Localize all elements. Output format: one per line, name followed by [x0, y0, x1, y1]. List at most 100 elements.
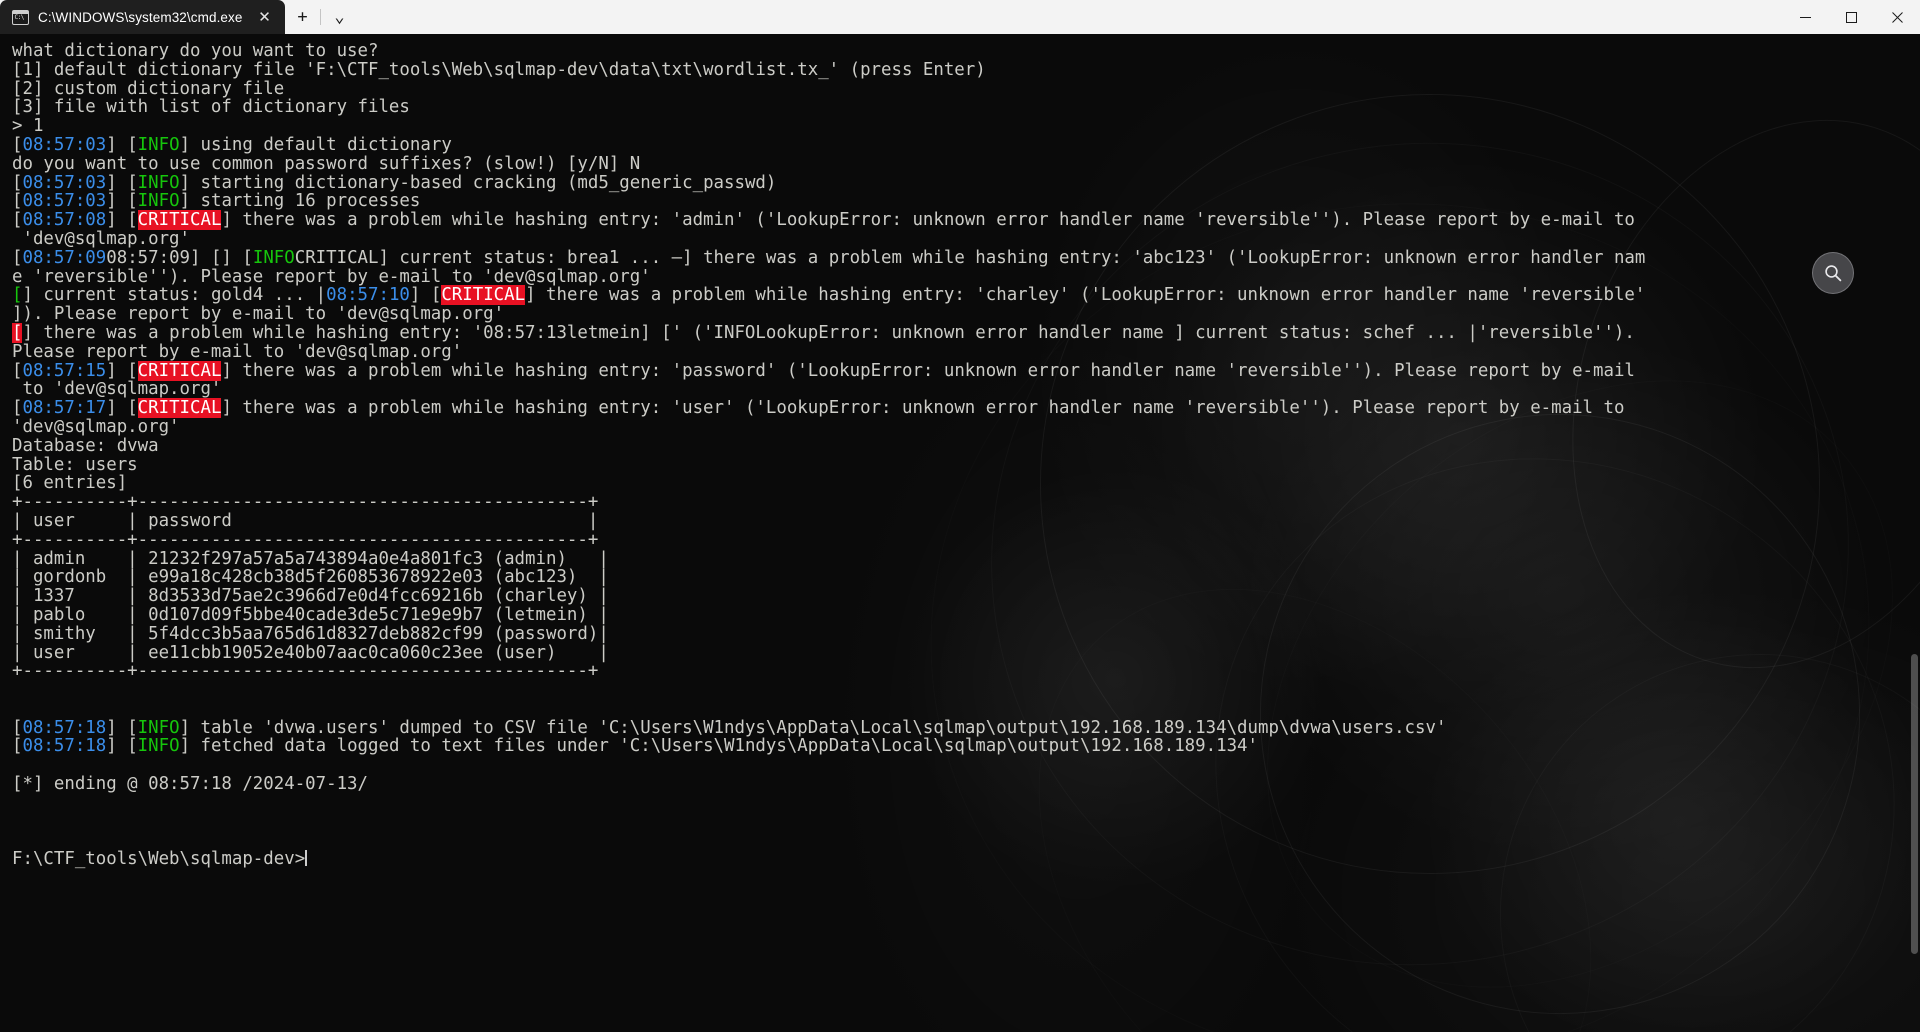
terminal-line: [1] default dictionary file 'F:\CTF_tool… [12, 59, 1920, 80]
terminal-line: Please report by e-mail to 'dev@sqlmap.o… [12, 342, 1920, 362]
terminal-text: [6 entries] [12, 473, 128, 494]
info-badge: INFO [137, 134, 180, 155]
timestamp: 08:57:09 [22, 247, 107, 268]
terminal-text: what dictionary do you want to use? [12, 41, 379, 61]
maximize-button[interactable] [1828, 0, 1874, 34]
timestamp: 08:57:08 [22, 210, 107, 231]
terminal-scrollbar[interactable] [1908, 34, 1920, 1032]
terminal-text: [ [12, 134, 23, 155]
window-drag-region[interactable] [356, 0, 1782, 34]
terminal-line: [08:57:18] [INFO] fetched data logged to… [12, 737, 1920, 756]
close-tab-icon[interactable]: ✕ [251, 5, 277, 29]
terminal-text: [ [12, 398, 23, 419]
window-controls [1782, 0, 1920, 34]
terminal-text: ] table 'dvwa.users' dumped to CSV file … [179, 717, 1447, 738]
terminal-text: | user | password | [12, 510, 599, 531]
terminal-line: | smithy | 5f4dcc3b5aa765d61d8327deb882c… [12, 623, 1920, 644]
terminal-line: what dictionary do you want to use? [12, 42, 1920, 61]
terminal-line: [*] ending @ 08:57:18 /2024-07-13/ [12, 775, 1920, 794]
terminal-text: 08:57:09] [] [ [106, 247, 253, 268]
terminal-text: [ [12, 736, 23, 757]
terminal-text: [ [12, 210, 23, 231]
terminal-text: ] starting 16 processes [179, 191, 421, 212]
terminal-text: F:\CTF_tools\Web\sqlmap-dev> [12, 849, 306, 870]
terminal-text: [ [12, 717, 23, 738]
terminal-text: ] there was a problem while hashing entr… [22, 322, 1635, 343]
terminal-text: | pablo | 0d107d09f5bbe40cade3de5c71e9e9… [12, 604, 609, 625]
terminal-text: 'dev@sqlmap.org' [12, 228, 190, 249]
terminal-line: do you want to use common password suffi… [12, 154, 1920, 174]
terminal-text: ] current status: gold4 ... | [22, 285, 327, 306]
timestamp: 08:57:17 [22, 398, 107, 419]
magnifier-icon[interactable] [1812, 252, 1854, 294]
terminal-text: ] there was a problem while hashing entr… [221, 360, 1635, 381]
terminal-line: | gordonb | e99a18c428cb38d5f26085367892… [12, 568, 1920, 587]
terminal-text: 'dev@sqlmap.org' [12, 416, 180, 437]
terminal-line: +----------+----------------------------… [12, 530, 1920, 550]
critical-badge: CRITICAL [441, 285, 526, 306]
terminal-text: [ [12, 191, 23, 212]
terminal-text: | gordonb | e99a18c428cb38d5f26085367892… [12, 567, 609, 588]
critical-badge: CRITICAL [137, 360, 222, 381]
terminal-text: ] [ [106, 210, 138, 231]
terminal-line: 'dev@sqlmap.org' [12, 418, 1920, 437]
terminal-line: [08:57:03] [INFO] using default dictiona… [12, 136, 1920, 155]
terminal-line: [08:57:18] [INFO] table 'dvwa.users' dum… [12, 717, 1920, 738]
minimize-button[interactable] [1782, 0, 1828, 34]
info-badge: INFO [252, 247, 295, 268]
terminal-text: [ [12, 360, 23, 381]
title-bar: C:\WINDOWS\system32\cmd.exe ✕ + ⌄ [0, 0, 1920, 34]
terminal-text: to 'dev@sqlmap.org' [12, 379, 222, 400]
timestamp: 08:57:15 [22, 360, 107, 381]
terminal-text: ] [ [106, 717, 138, 738]
terminal-text: ] [ [409, 285, 442, 306]
terminal-line: [08:57:03] [INFO] starting 16 processes [12, 192, 1920, 211]
terminal-text: +----------+----------------------------… [12, 661, 599, 682]
tab-cmd[interactable]: C:\WINDOWS\system32\cmd.exe ✕ [0, 0, 286, 34]
terminal-text: ] fetched data logged to text files unde… [179, 736, 1258, 757]
terminal-text: [2] custom dictionary file [12, 78, 285, 99]
terminal-text: ] [ [106, 191, 138, 212]
timestamp: 08:57:03 [22, 191, 107, 212]
terminal-line: [08:57:0908:57:09] [] [INFOCRITICAL] cur… [12, 247, 1920, 268]
terminal-text: | 1337 | 8d3533d75ae2c3966d7e0d4fcc69216… [12, 586, 609, 607]
terminal-line: +----------+----------------------------… [12, 662, 1920, 681]
console-icon [12, 9, 29, 25]
info-badge: INFO [137, 736, 180, 757]
terminal-line: e 'reversible''). Please report by e-mai… [12, 267, 1920, 287]
terminal-line: [2] custom dictionary file [12, 78, 1920, 99]
terminal-text: ] [ [106, 398, 138, 419]
terminal-text: | smithy | 5f4dcc3b5aa765d61d8327deb882c… [12, 623, 609, 644]
terminal-line: ]). Please report by e-mail to 'dev@sqlm… [12, 305, 1920, 324]
terminal-text: ] starting dictionary-based cracking (md… [179, 172, 777, 193]
terminal-line: [] there was a problem while hashing ent… [12, 322, 1920, 343]
terminal-text: Database: dvwa [12, 435, 159, 456]
critical-badge: CRITICAL [137, 210, 222, 231]
info-badge: INFO [137, 191, 180, 212]
chevron-down-icon[interactable]: ⌄ [322, 0, 356, 34]
terminal-text: +----------+----------------------------… [12, 492, 599, 513]
scrollbar-thumb[interactable] [1911, 654, 1918, 954]
tab-strip-divider [320, 9, 322, 25]
terminal-line: Database: dvwa [12, 435, 1920, 456]
info-badge: [ [12, 285, 23, 306]
terminal-line: [] current status: gold4 ... |08:57:10] … [12, 285, 1920, 306]
terminal-text: ] there was a problem while hashing entr… [221, 210, 1635, 231]
new-tab-button[interactable]: + [285, 0, 319, 34]
info-badge: INFO [137, 172, 180, 193]
terminal-text: [1] default dictionary file 'F:\CTF_tool… [12, 59, 986, 80]
terminal-text: CRITICAL] current status: brea1 ... –] t… [294, 247, 1646, 268]
terminal-line: | admin | 21232f297a57a5a743894a0e4a801f… [12, 549, 1920, 569]
timestamp: 08:57:18 [22, 736, 107, 757]
close-window-button[interactable] [1874, 0, 1920, 34]
terminal-text: ] using default dictionary [179, 134, 452, 155]
terminal-window[interactable]: what dictionary do you want to use? [1] d… [0, 34, 1920, 1032]
terminal-text: > 1 [12, 116, 44, 137]
terminal-line: | pablo | 0d107d09f5bbe40cade3de5c71e9e9… [12, 606, 1920, 625]
terminal-line: F:\CTF_tools\Web\sqlmap-dev> [12, 850, 1920, 869]
terminal-line: [08:57:17] [CRITICAL] there was a proble… [12, 398, 1920, 419]
